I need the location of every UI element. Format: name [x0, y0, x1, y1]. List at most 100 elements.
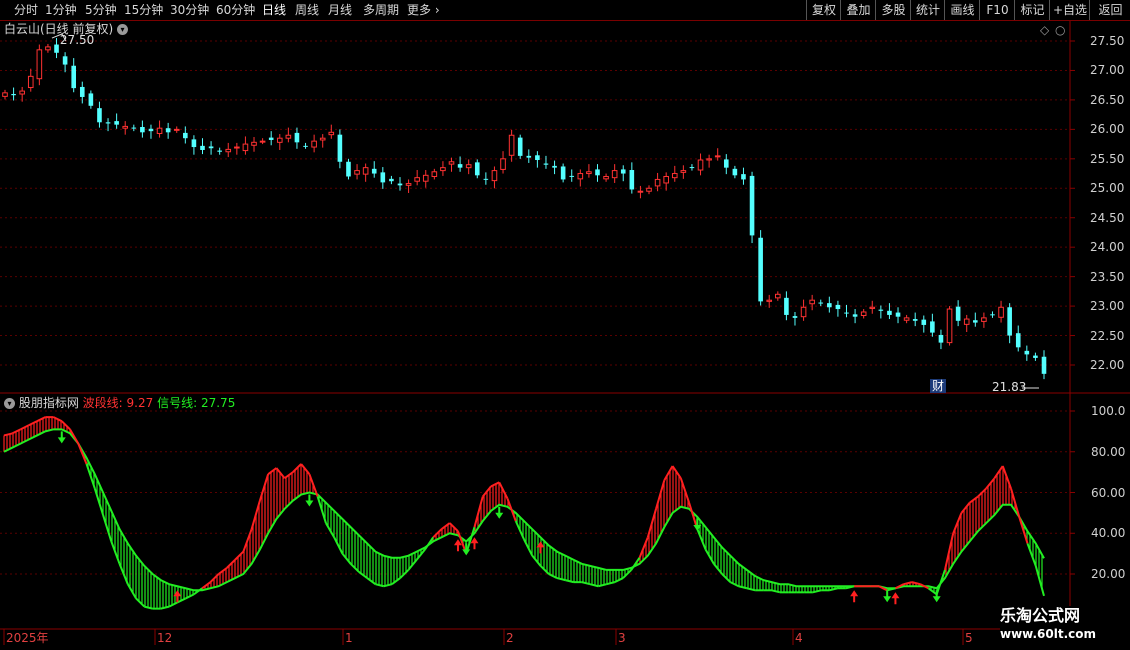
candle-body-down [921, 319, 927, 325]
candle-body-down [595, 169, 600, 176]
candle-body-up [311, 140, 317, 148]
price-tick-label: 23.00 [1090, 299, 1125, 314]
candle-body-up [259, 140, 266, 143]
candle-body-down [294, 132, 300, 143]
wave-line-segment [556, 577, 566, 582]
wave-line-segment [721, 573, 732, 583]
candle-body-down [930, 321, 935, 333]
wave-line-segment [300, 463, 311, 475]
watermark-url: www.60lt.com [1000, 627, 1097, 641]
candle-body-up [706, 158, 712, 161]
candle-body-up [775, 293, 781, 299]
candle-body-down [749, 175, 755, 236]
circle-icon[interactable]: ○ [1055, 23, 1065, 37]
candle-body-down [560, 166, 566, 180]
candle-body-down [62, 56, 68, 65]
candle-body-down [827, 303, 832, 308]
finance-badge[interactable]: 财 [930, 379, 947, 393]
chart-canvas [0, 21, 1130, 650]
wave-line-segment [523, 538, 534, 557]
candle-body-up [809, 299, 815, 305]
candle-body-down [955, 306, 961, 321]
candle-body-up [869, 306, 876, 309]
wave-line-segment [366, 577, 377, 585]
wave-line-segment [201, 581, 211, 590]
wave-line-segment [993, 465, 1004, 479]
wave-line-segment [927, 587, 938, 596]
candle-body-down [552, 165, 557, 168]
candle-body-up [766, 299, 773, 302]
indicator-name: 股朋指标网 [18, 396, 79, 410]
wave-line-segment [771, 589, 781, 594]
wave-line-segment [696, 528, 707, 550]
wave-line-segment [160, 605, 170, 610]
candle-body-down [852, 314, 858, 317]
candle-body-up [276, 137, 283, 143]
candle-body-down [140, 127, 145, 133]
candle-body-down [346, 161, 351, 177]
wave-line-segment [663, 465, 674, 481]
candle-body-up [431, 171, 438, 177]
wave-line-segment [168, 601, 178, 608]
candle-body-down [268, 137, 274, 140]
candle-body-down [131, 127, 137, 129]
wave-line-segment [193, 587, 203, 596]
wave-line-segment [598, 583, 607, 588]
candle-body-up [963, 318, 970, 325]
candle-body-up [671, 173, 678, 179]
candle-body-down [912, 319, 918, 321]
candle-body-up [697, 159, 704, 171]
indicator-panel-title: ▾ 股朋指标网 波段线: 9.27 信号线: 27.75 [4, 396, 235, 410]
candle-body-up [362, 167, 369, 175]
wave-line-segment [135, 597, 146, 608]
main-panel-title: 白云山(日线 前复权) ▾ [4, 22, 129, 36]
candle-body-up [860, 311, 867, 317]
wave-line-segment [258, 473, 270, 501]
low-price-marker: 21.83 [992, 380, 1027, 394]
signal-line [3, 428, 1045, 592]
chevron-down-icon[interactable]: ▾ [4, 398, 15, 409]
wave-line-segment [36, 416, 46, 423]
wave-line-segment [226, 559, 236, 569]
wave-line-segment [61, 420, 71, 431]
wave-line-segment [606, 581, 616, 586]
candle-body-up [354, 170, 360, 175]
wave-line-segment [28, 420, 38, 427]
candle-body-down [1024, 350, 1030, 355]
candle-body-up [319, 137, 326, 141]
price-tick-label: 27.50 [1090, 34, 1125, 48]
wave-line-segment [498, 481, 509, 500]
candle-body-down [732, 168, 738, 176]
price-tick-label: 23.50 [1090, 269, 1125, 284]
candle-body-down [208, 146, 214, 149]
candle-body-down [1007, 307, 1012, 336]
candle-body-down [397, 183, 403, 186]
candle-body-down [217, 150, 222, 152]
wave-line-segment [102, 514, 113, 542]
candle-body-down [97, 108, 102, 123]
candle-body-down [990, 314, 995, 316]
sell-arrow-icon [57, 431, 66, 444]
candle-body-down [938, 334, 944, 343]
diamond-icon[interactable]: ◇ [1040, 23, 1049, 37]
wave-line-segment [391, 577, 401, 585]
candle-body-down [784, 297, 789, 315]
candle-body-up [998, 306, 1004, 318]
chevron-down-icon[interactable]: ▾ [117, 24, 129, 35]
candle-body-up [173, 128, 180, 131]
wave-line-segment [126, 583, 137, 599]
price-tick-label: 24.00 [1090, 240, 1125, 255]
wave-line-segment [1034, 565, 1045, 597]
candle-body-down [389, 178, 394, 182]
wave-line-segment [671, 465, 682, 479]
price-tick-label: 22.50 [1090, 328, 1125, 343]
price-tick-label: 25.50 [1090, 151, 1125, 166]
candle-body-down [457, 164, 463, 168]
date-axis-label: 12 [157, 631, 173, 645]
candle-body-down [569, 175, 575, 177]
indicator-tick-label: 40.00 [1091, 526, 1126, 541]
candle-body-down [79, 86, 85, 97]
date-axis-label: 3 [618, 631, 626, 645]
price-tick-label: 24.50 [1090, 210, 1125, 225]
candle-body-down [483, 178, 489, 180]
